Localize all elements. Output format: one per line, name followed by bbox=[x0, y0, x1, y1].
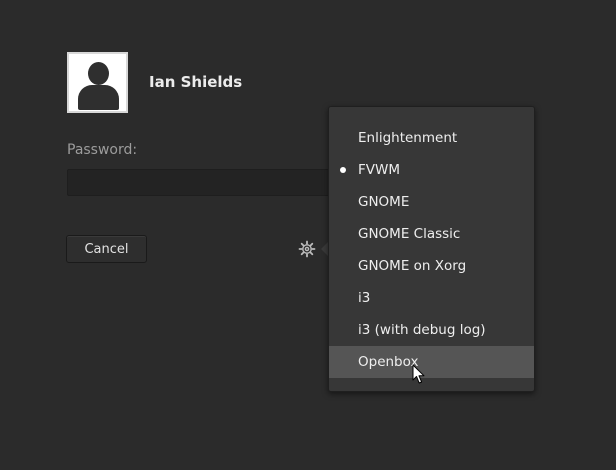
gear-icon[interactable] bbox=[298, 240, 316, 258]
password-label: Password: bbox=[67, 142, 138, 158]
menu-item-enlightenment[interactable]: Enlightenment bbox=[329, 122, 534, 154]
menu-item-gnome-classic[interactable]: GNOME Classic bbox=[329, 218, 534, 250]
selected-bullet-icon bbox=[340, 167, 346, 173]
password-field[interactable] bbox=[67, 169, 331, 196]
menu-item-label: GNOME Classic bbox=[358, 226, 461, 242]
cancel-button[interactable]: Cancel bbox=[66, 235, 147, 263]
menu-item-label: i3 (with debug log) bbox=[358, 322, 486, 338]
menu-item-label: GNOME bbox=[358, 194, 410, 210]
menu-item-gnome[interactable]: GNOME bbox=[329, 186, 534, 218]
menu-item-label: i3 bbox=[358, 290, 371, 306]
menu-item-fvwm[interactable]: FVWM bbox=[329, 154, 534, 186]
menu-item-openbox[interactable]: Openbox bbox=[329, 346, 534, 378]
user-name: Ian Shields bbox=[149, 73, 243, 91]
mouse-pointer-icon bbox=[412, 364, 425, 384]
menu-item-label: FVWM bbox=[358, 162, 400, 178]
menu-item-label: Openbox bbox=[358, 354, 419, 370]
menu-item-i3-debug[interactable]: i3 (with debug log) bbox=[329, 314, 534, 346]
menu-item-i3[interactable]: i3 bbox=[329, 282, 534, 314]
menu-item-label: GNOME on Xorg bbox=[358, 258, 467, 274]
avatar-head-shape bbox=[88, 62, 109, 85]
menu-item-gnome-on-xorg[interactable]: GNOME on Xorg bbox=[329, 250, 534, 282]
user-avatar bbox=[67, 52, 128, 113]
session-menu: Enlightenment FVWM GNOME GNOME Classic G… bbox=[328, 106, 535, 392]
avatar-body-shape bbox=[78, 85, 119, 110]
menu-item-label: Enlightenment bbox=[358, 130, 458, 146]
login-screen: Ian Shields Password: Cancel Enlightenme… bbox=[0, 0, 616, 470]
session-menu-list: Enlightenment FVWM GNOME GNOME Classic G… bbox=[329, 122, 534, 378]
